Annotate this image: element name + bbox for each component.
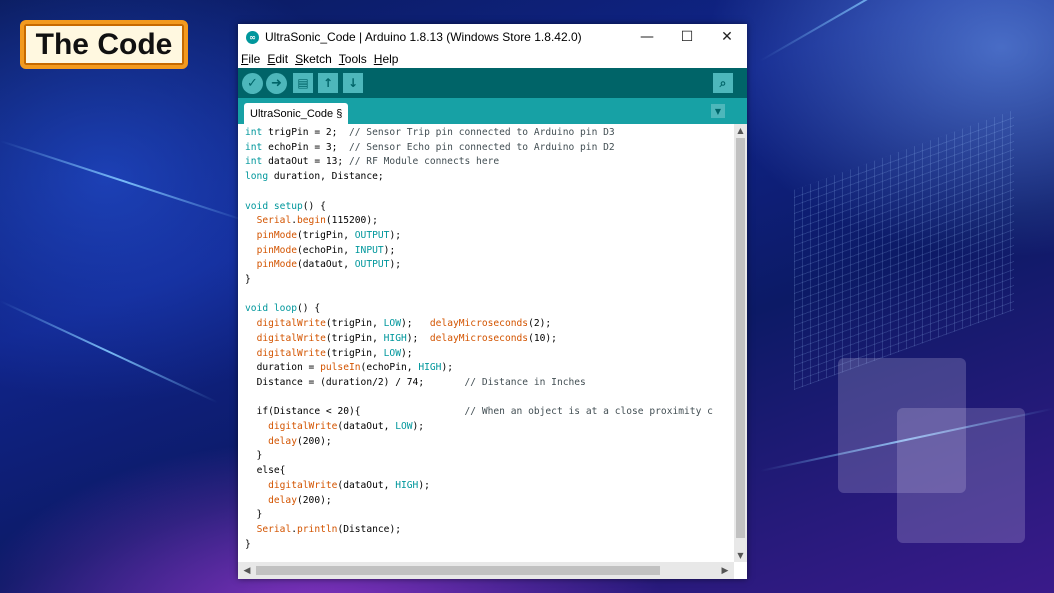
scroll-right-arrow-icon[interactable]: ▶ xyxy=(718,562,732,579)
scroll-down-arrow-icon[interactable]: ▼ xyxy=(734,549,747,562)
code-line: } xyxy=(245,274,251,286)
code-line: if(Distance < 20){ // When an object is … xyxy=(256,406,713,418)
scroll-up-arrow-icon[interactable]: ▲ xyxy=(734,124,747,137)
code-line: long duration, Distance; xyxy=(245,171,384,183)
code-line: int trigPin = 2; // Sensor Trip pin conn… xyxy=(245,127,615,138)
menu-edit[interactable]: Edit xyxy=(267,52,288,66)
code-line: else{ xyxy=(256,465,286,477)
minimize-button[interactable]: — xyxy=(627,24,667,50)
menu-file[interactable]: File xyxy=(241,52,260,66)
tab-bar: UltraSonic_Code § ▼ xyxy=(238,98,747,124)
code-line: } xyxy=(245,509,263,521)
horizontal-scroll-thumb[interactable] xyxy=(256,566,660,575)
new-file-icon: ▤ xyxy=(297,76,309,90)
arrow-down-icon: ↓ xyxy=(347,76,359,90)
arduino-ide-window: ∞ UltraSonic_Code | Arduino 1.8.13 (Wind… xyxy=(238,24,747,579)
menu-sketch[interactable]: Sketch xyxy=(295,52,332,66)
vertical-scrollbar[interactable]: ▲ ▼ xyxy=(734,124,747,562)
maximize-button[interactable]: ☐ xyxy=(667,24,707,50)
code-line: pinMode(trigPin, OUTPUT); xyxy=(256,229,401,241)
background-streak xyxy=(0,300,218,404)
tab-ultrasonic-code[interactable]: UltraSonic_Code § xyxy=(244,103,349,124)
code-line: digitalWrite(trigPin, LOW); delayMicrose… xyxy=(256,318,552,330)
code-line: digitalWrite(trigPin, LOW); xyxy=(256,347,413,359)
code-line: pinMode(dataOut, OUTPUT); xyxy=(256,259,401,271)
verify-button[interactable]: ✓ xyxy=(242,72,263,94)
code-line: int dataOut = 13; // RF Module connects … xyxy=(245,156,500,168)
save-button[interactable]: ↓ xyxy=(343,73,363,93)
vertical-scroll-thumb[interactable] xyxy=(736,138,745,538)
arduino-logo-icon: ∞ xyxy=(246,30,259,44)
code-line: Serial.println(Distance); xyxy=(256,523,401,535)
toolbar: ✓ ➜ ▤ ↑ ↓ ⌕ xyxy=(238,68,747,98)
code-line: delay(200); xyxy=(268,494,332,506)
code-line: duration = pulseIn(echoPin, HIGH); xyxy=(256,362,453,374)
close-button[interactable]: ✕ xyxy=(707,24,747,50)
code-line: void setup() { xyxy=(245,200,326,212)
code-line: Distance = (duration/2) / 74; // Distanc… xyxy=(256,376,586,388)
code-line: digitalWrite(dataOut, LOW); xyxy=(268,421,425,433)
background-streak xyxy=(0,140,248,223)
serial-monitor-button[interactable]: ⌕ xyxy=(713,73,733,93)
code-line: } xyxy=(245,450,263,462)
magnifier-icon: ⌕ xyxy=(719,75,727,90)
background-streak xyxy=(759,0,1021,62)
code-line: digitalWrite(dataOut, HIGH); xyxy=(268,479,430,491)
arrow-up-icon: ↑ xyxy=(322,76,334,90)
menu-help[interactable]: Help xyxy=(374,52,399,66)
check-icon: ✓ xyxy=(247,75,258,91)
background-grid xyxy=(794,109,1014,391)
chevron-down-icon: ▼ xyxy=(714,106,722,116)
new-button[interactable]: ▤ xyxy=(293,73,313,93)
window-title: UltraSonic_Code | Arduino 1.8.13 (Window… xyxy=(265,30,582,44)
code-line: delay(200); xyxy=(268,435,332,447)
scroll-left-arrow-icon[interactable]: ◀ xyxy=(240,562,254,579)
open-button[interactable]: ↑ xyxy=(318,73,338,93)
upload-button[interactable]: ➜ xyxy=(266,72,287,94)
horizontal-scrollbar[interactable]: ◀ ▶ xyxy=(238,562,734,579)
code-line: Serial.begin(115200); xyxy=(256,215,378,227)
title-bar: ∞ UltraSonic_Code | Arduino 1.8.13 (Wind… xyxy=(238,24,747,50)
code-editor[interactable]: int trigPin = 2; // Sensor Trip pin conn… xyxy=(238,124,734,562)
background-square xyxy=(897,408,1025,543)
code-line: digitalWrite(trigPin, HIGH); delayMicros… xyxy=(256,332,557,344)
code-text[interactable]: int trigPin = 2; // Sensor Trip pin conn… xyxy=(238,124,734,552)
menu-tools[interactable]: Tools xyxy=(339,52,367,66)
code-line: int echoPin = 3; // Sensor Echo pin conn… xyxy=(245,141,615,153)
menu-bar: File Edit Sketch Tools Help xyxy=(238,50,747,68)
code-line: void loop() { xyxy=(245,303,321,315)
tab-menu-button[interactable]: ▼ xyxy=(711,104,725,118)
code-line: pinMode(echoPin, INPUT); xyxy=(256,244,396,256)
code-line: } xyxy=(245,538,251,550)
slide-title-badge: The Code xyxy=(20,20,188,69)
arrow-right-icon: ➜ xyxy=(271,75,282,91)
